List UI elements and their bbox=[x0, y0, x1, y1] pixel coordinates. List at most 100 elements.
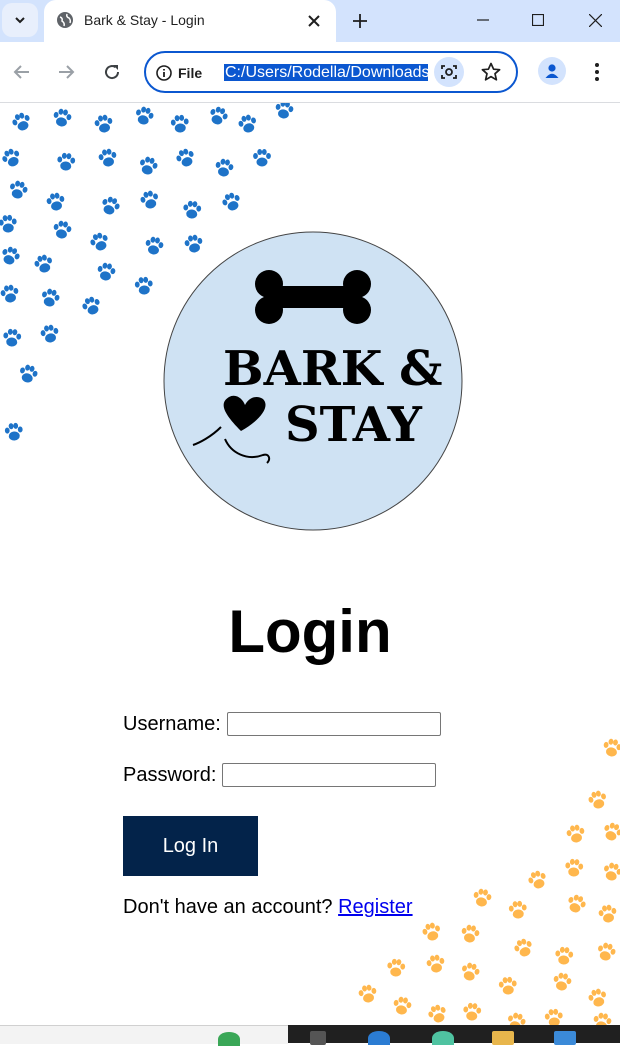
paw-print-icon bbox=[0, 284, 19, 303]
paw-print-icon bbox=[498, 976, 517, 995]
close-icon bbox=[588, 13, 602, 27]
more-vertical-icon bbox=[595, 63, 599, 81]
paw-print-icon bbox=[598, 904, 617, 923]
tab-title: Bark & Stay - Login bbox=[84, 12, 205, 28]
paw-print-icon bbox=[222, 192, 240, 211]
paw-print-icon bbox=[3, 328, 22, 347]
paw-print-icon bbox=[463, 1002, 482, 1021]
register-row: Don't have an account? Register bbox=[123, 896, 413, 919]
forward-button[interactable] bbox=[52, 58, 80, 86]
paw-print-icon bbox=[553, 972, 572, 991]
paw-print-icon bbox=[53, 108, 72, 127]
minimize-icon bbox=[477, 19, 489, 21]
username-row: Username: bbox=[123, 712, 441, 736]
minimize-button[interactable] bbox=[454, 0, 512, 40]
close-icon bbox=[308, 15, 320, 27]
new-tab-button[interactable] bbox=[346, 7, 374, 35]
paw-print-icon bbox=[134, 276, 153, 295]
maximize-button[interactable] bbox=[509, 0, 567, 40]
star-icon bbox=[481, 62, 501, 81]
paw-print-icon bbox=[604, 862, 620, 881]
paw-print-icon bbox=[565, 858, 584, 877]
logo-line1: BARK & bbox=[223, 341, 442, 397]
browser-toolbar: File C:/Users/Rodella/Downloads bbox=[0, 42, 620, 103]
paw-print-icon bbox=[461, 924, 480, 943]
paw-print-icon bbox=[176, 148, 194, 167]
password-input[interactable] bbox=[222, 763, 437, 787]
paw-print-icon bbox=[508, 900, 527, 919]
paw-print-icon bbox=[568, 894, 586, 913]
paw-print-icon bbox=[593, 1012, 612, 1025]
google-lens-button[interactable] bbox=[434, 57, 464, 87]
url-text[interactable]: C:/Users/Rodella/Downloads bbox=[224, 61, 428, 85]
profile-button[interactable] bbox=[538, 57, 566, 85]
info-icon bbox=[156, 65, 172, 81]
paw-print-icon bbox=[588, 988, 606, 1007]
paw-print-icon bbox=[566, 824, 585, 843]
paw-print-icon bbox=[140, 190, 158, 209]
lens-icon bbox=[441, 65, 457, 79]
tab-close-button[interactable] bbox=[302, 9, 326, 33]
paw-print-icon bbox=[603, 738, 620, 757]
paw-print-icon bbox=[588, 790, 606, 809]
paw-print-icon bbox=[136, 106, 154, 125]
paw-print-icon bbox=[210, 106, 228, 125]
paw-print-icon bbox=[46, 192, 65, 211]
paw-print-icon bbox=[10, 180, 28, 199]
globe-icon bbox=[57, 12, 73, 28]
paw-print-icon bbox=[462, 962, 480, 981]
paw-print-icon bbox=[57, 152, 76, 171]
username-input[interactable] bbox=[226, 712, 441, 736]
address-bar[interactable]: File C:/Users/Rodella/Downloads bbox=[144, 51, 518, 93]
window-close-button[interactable] bbox=[566, 0, 620, 40]
reload-button[interactable] bbox=[98, 58, 126, 86]
active-tab[interactable]: Bark & Stay - Login bbox=[44, 0, 336, 42]
paw-print-icon bbox=[4, 422, 23, 441]
arrow-left-icon bbox=[13, 65, 29, 79]
paw-print-icon bbox=[238, 114, 256, 133]
paw-print-icon bbox=[20, 364, 38, 383]
paw-print-icon bbox=[2, 246, 20, 265]
bark-and-stay-logo: BARK & STAY bbox=[163, 231, 463, 531]
paw-print-icon bbox=[528, 870, 546, 889]
bookmark-button[interactable] bbox=[478, 59, 504, 85]
paw-print-icon bbox=[97, 262, 116, 281]
paw-print-icon bbox=[145, 236, 164, 255]
paw-print-icon bbox=[34, 254, 52, 273]
tab-search-button[interactable] bbox=[2, 3, 38, 37]
maximize-icon bbox=[532, 14, 544, 26]
paw-print-icon bbox=[2, 148, 20, 167]
weather-icon[interactable] bbox=[218, 1032, 240, 1046]
person-icon bbox=[545, 64, 559, 78]
page-content: BARK & STAY Login Username: Password: Lo… bbox=[0, 103, 620, 1025]
chevron-down-icon bbox=[15, 17, 25, 24]
paw-print-icon bbox=[0, 214, 17, 233]
paw-print-icon bbox=[215, 158, 234, 177]
paw-print-icon bbox=[514, 938, 532, 957]
paw-print-icon bbox=[393, 996, 412, 1015]
password-label: Password: bbox=[123, 763, 217, 786]
back-button[interactable] bbox=[8, 58, 36, 86]
register-link[interactable]: Register bbox=[338, 896, 412, 918]
arrow-right-icon bbox=[59, 65, 75, 79]
register-prompt: Don't have an account? bbox=[123, 896, 333, 918]
paw-print-icon bbox=[12, 112, 30, 131]
paw-print-icon bbox=[473, 888, 492, 907]
browser-menu-button[interactable] bbox=[584, 58, 610, 86]
taskbar-right bbox=[288, 1025, 620, 1045]
paw-print-icon bbox=[604, 822, 620, 841]
paw-print-icon bbox=[555, 946, 574, 965]
login-button[interactable]: Log In bbox=[123, 816, 258, 876]
logo-line2: STAY bbox=[285, 397, 423, 453]
paw-print-icon bbox=[82, 296, 100, 315]
password-row: Password: bbox=[123, 763, 437, 787]
paw-print-icon bbox=[275, 103, 294, 119]
page-title: Login bbox=[228, 598, 392, 665]
paw-print-icon bbox=[422, 922, 440, 941]
taskbar-left bbox=[0, 1025, 288, 1046]
site-info-button[interactable]: File bbox=[156, 63, 202, 83]
reload-icon bbox=[105, 65, 120, 80]
paw-print-icon bbox=[102, 196, 120, 215]
paw-print-icon bbox=[387, 958, 406, 977]
paw-print-icon bbox=[98, 148, 117, 167]
